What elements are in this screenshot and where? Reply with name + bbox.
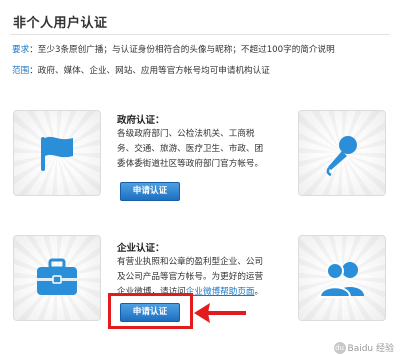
government-title: 政府认证： — [117, 115, 165, 126]
enterprise-icon-tile — [13, 235, 101, 321]
enterprise-help-link[interactable]: 企业微博帮助页面 — [186, 287, 255, 297]
website-icon-tile — [298, 235, 386, 321]
media-icon-tile — [298, 110, 386, 196]
enterprise-desc-line: 有营业执照和公章的盈利型企业、公司 — [117, 257, 264, 267]
government-apply-button[interactable]: 申请认证 — [120, 182, 180, 201]
title-divider — [10, 34, 390, 35]
requirements-label: 要求 — [12, 45, 30, 55]
requirements-text: ：至少3条原创广播；与认证身份相符合的头像与昵称；不超过100字的简介说明 — [29, 45, 335, 55]
government-desc-line: 务、交通、旅游、医疗卫生、市政、团 — [117, 144, 264, 155]
government-desc-line: 委体委街道社区等政府部门官方帐号。 — [117, 159, 264, 170]
red-arrow-icon — [194, 303, 246, 323]
watermark-text: Baidu 经验 — [347, 343, 394, 354]
page-title: 非个人用户认证 — [13, 16, 108, 31]
scope-line: 范围：政府、媒体、企业、网站、应用等官方帐号均可申请机构认证 — [12, 64, 270, 76]
highlight-box — [108, 293, 193, 329]
watermark: du Baidu 经验 — [333, 341, 394, 354]
enterprise-title: 企业认证： — [117, 243, 165, 254]
flag-icon — [41, 136, 73, 171]
enterprise-desc-end: 。 — [254, 287, 264, 298]
government-icon-tile — [13, 110, 101, 196]
microphone-icon — [326, 136, 357, 177]
users-icon — [318, 262, 364, 298]
government-description: 各级政府部门、公检法机关、工商税 务、交通、旅游、医疗卫生、市政、团 委体委街道… — [117, 127, 289, 173]
government-desc-line: 各级政府部门、公检法机关、工商税 — [117, 129, 255, 139]
scope-label: 范围 — [12, 66, 30, 76]
requirements-line: 要求：至少3条原创广播；与认证身份相符合的头像与昵称；不超过100字的简介说明 — [12, 43, 335, 55]
scope-text: ：政府、媒体、企业、网站、应用等官方帐号均可申请机构认证 — [29, 66, 270, 76]
briefcase-icon — [37, 258, 77, 295]
enterprise-desc-line: 及公司产品等官方帐号。为更好的运营 — [117, 272, 264, 283]
baidu-paw-icon: du — [333, 342, 346, 354]
